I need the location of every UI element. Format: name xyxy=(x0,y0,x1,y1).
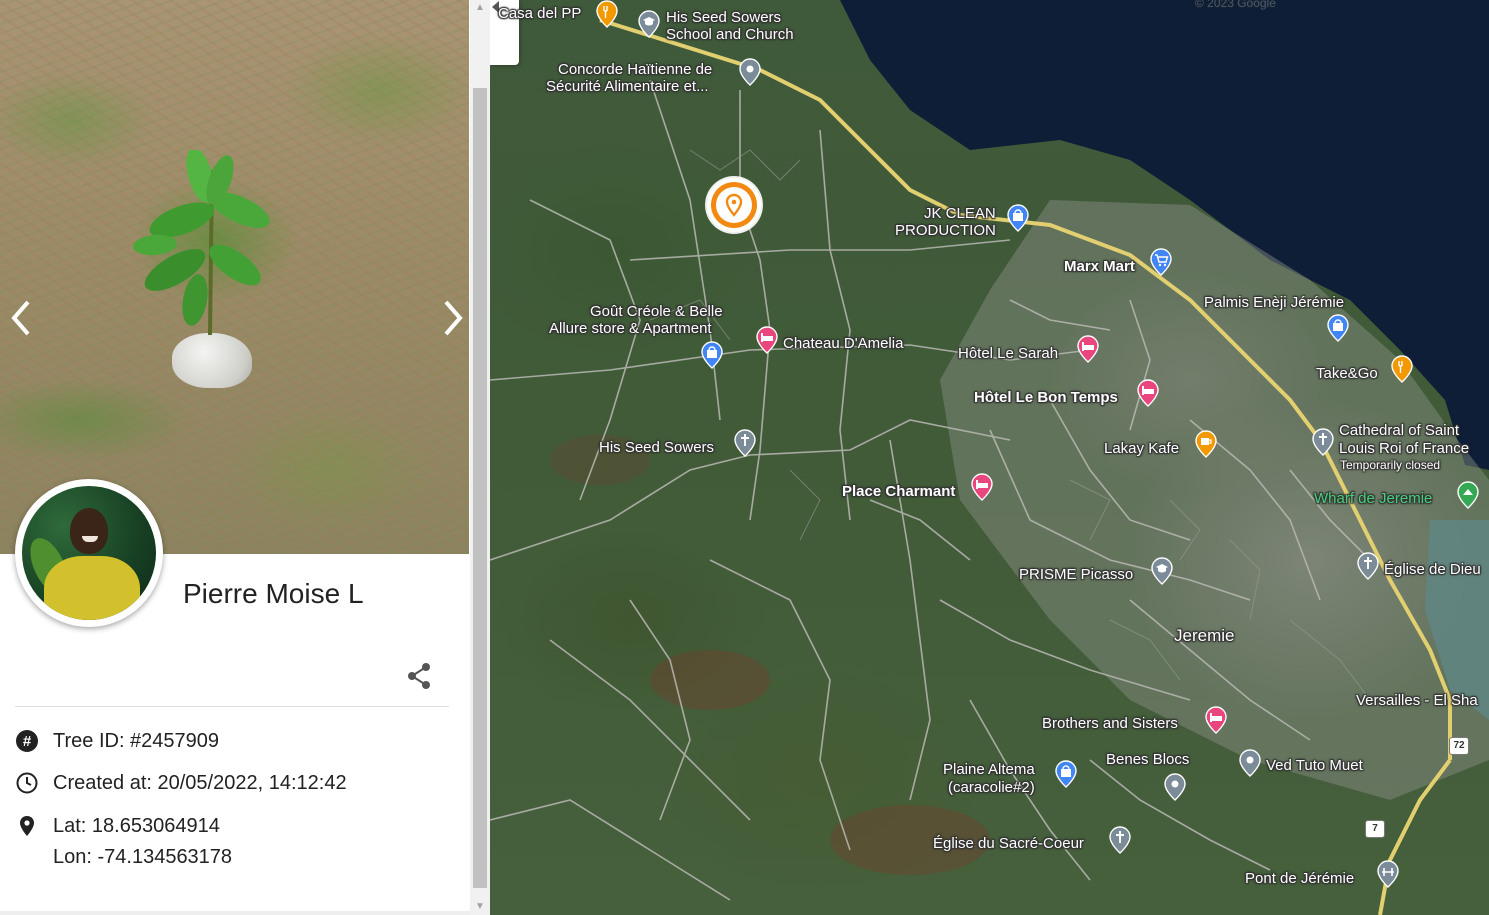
place-cathedral-line1[interactable]: Cathedral of Saint xyxy=(1339,422,1459,439)
shopping-icon[interactable] xyxy=(1327,314,1349,342)
place-icon[interactable] xyxy=(1239,749,1261,777)
place-versailles: Versailles - El Sha xyxy=(1356,692,1478,709)
panel-divider xyxy=(15,706,449,707)
svg-text:#: # xyxy=(23,733,32,750)
hotel-icon[interactable] xyxy=(971,473,993,501)
hotel-icon[interactable] xyxy=(1137,379,1159,407)
clock-icon xyxy=(16,772,38,794)
place-icon[interactable] xyxy=(1164,773,1186,801)
next-photo-button[interactable] xyxy=(434,296,469,340)
hotel-icon[interactable] xyxy=(756,326,778,354)
place-concorde-line1[interactable]: Concorde Haïtienne de xyxy=(558,61,712,78)
church-icon[interactable] xyxy=(1109,826,1131,854)
hotel-icon[interactable] xyxy=(1077,335,1099,363)
place-hotel-le-sarah[interactable]: Hôtel Le Sarah xyxy=(958,345,1058,362)
place-ved-tuto-muet[interactable]: Ved Tuto Muet xyxy=(1266,757,1363,774)
panel-bottom-edge xyxy=(0,911,470,915)
route-shield-72: 72 xyxy=(1449,737,1469,755)
share-button[interactable] xyxy=(403,660,435,692)
planter-name[interactable]: Pierre Moise L xyxy=(183,578,364,610)
place-plaine-altema-line2[interactable]: (caracolie#2) xyxy=(948,779,1035,796)
church-icon[interactable] xyxy=(734,429,756,457)
place-pont-de-jeremie[interactable]: Pont de Jérémie xyxy=(1245,870,1354,887)
avatar-shirt xyxy=(44,556,140,620)
map-watermark: © 2023 Google xyxy=(1195,0,1276,10)
church-icon[interactable] xyxy=(1357,552,1379,580)
shopping-icon[interactable] xyxy=(1007,204,1029,232)
cart-icon[interactable] xyxy=(1150,248,1172,276)
route-shield-7: 7 xyxy=(1365,820,1385,838)
bridge-icon[interactable] xyxy=(1377,860,1399,888)
scroll-down-arrow[interactable]: ▼ xyxy=(470,899,490,915)
tree-viewer: Pierre Moise L # Tree ID: #2457909 Creat… xyxy=(0,0,1489,915)
tree-detail-panel: Pierre Moise L # Tree ID: #2457909 Creat… xyxy=(0,0,470,915)
school-icon[interactable] xyxy=(638,10,660,38)
shopping-icon[interactable] xyxy=(701,341,723,369)
marker-center xyxy=(716,187,752,223)
place-casa-del-pp[interactable]: Casa del PP xyxy=(498,5,581,22)
location-pin-icon xyxy=(20,816,34,836)
place-hotel-le-bon-temps[interactable]: Hôtel Le Bon Temps xyxy=(974,389,1118,406)
avatar-photo xyxy=(22,486,156,620)
place-cathedral-line2[interactable]: Louis Roi of France xyxy=(1339,440,1469,457)
place-his-seed-sowers[interactable]: His Seed Sowers xyxy=(599,439,714,456)
satellite-map[interactable]: Casa del PP His Seed Sowers School and C… xyxy=(490,0,1489,915)
latitude-text: Lat: 18.653064914 xyxy=(53,815,220,837)
chevron-left-icon xyxy=(11,300,30,336)
tree-pin-icon xyxy=(725,193,743,217)
selected-tree-marker[interactable] xyxy=(707,178,761,232)
created-at-text: Created at: 20/05/2022, 14:12:42 xyxy=(53,772,347,794)
longitude-text: Lon: -74.134563178 xyxy=(53,846,233,868)
place-icon[interactable] xyxy=(739,58,761,86)
place-eglise-de-dieu[interactable]: Église de Dieu xyxy=(1384,561,1481,578)
place-palmis-eneji[interactable]: Palmis Enèji Jérémie xyxy=(1204,294,1344,311)
hotel-icon[interactable] xyxy=(1205,706,1227,734)
place-brothers-and-sisters[interactable]: Brothers and Sisters xyxy=(1042,715,1178,732)
place-jk-clean-line1[interactable]: JK CLEAN xyxy=(924,205,996,222)
place-wharf-de-jeremie[interactable]: Wharf de Jeremie xyxy=(1314,490,1432,507)
town-jeremie: Jeremie xyxy=(1174,626,1235,645)
place-his-seed-sowers-school-line2[interactable]: School and Church xyxy=(666,26,794,43)
church-icon[interactable] xyxy=(1312,428,1334,456)
place-lakay-kafe[interactable]: Lakay Kafe xyxy=(1104,440,1179,457)
avatar-face xyxy=(70,508,108,554)
planter-avatar[interactable] xyxy=(15,479,163,627)
restaurant-icon[interactable] xyxy=(596,0,618,28)
place-eglise-du-sacre-coeur[interactable]: Église du Sacré-Coeur xyxy=(933,835,1084,852)
place-cathedral-status: Temporarily closed xyxy=(1340,458,1441,472)
place-chateau-damelia[interactable]: Chateau D'Amelia xyxy=(783,335,903,352)
tree-id-text: Tree ID: #2457909 xyxy=(53,730,220,752)
chevron-right-icon xyxy=(444,300,463,336)
place-take-and-go[interactable]: Take&Go xyxy=(1316,365,1378,382)
hash-icon: # xyxy=(16,730,38,752)
previous-photo-button[interactable] xyxy=(4,296,40,340)
scroll-up-arrow[interactable]: ▲ xyxy=(470,0,490,16)
place-benes-blocs[interactable]: Benes Blocs xyxy=(1106,751,1189,768)
place-prisme-picasso[interactable]: PRISME Picasso xyxy=(1019,566,1133,583)
cafe-icon[interactable] xyxy=(1195,430,1217,458)
place-his-seed-sowers-school-line1[interactable]: His Seed Sowers xyxy=(666,9,781,26)
shopping-icon[interactable] xyxy=(1055,760,1077,788)
place-place-charmant[interactable]: Place Charmant xyxy=(842,483,955,500)
panel-scrollbar[interactable]: ▲ ▼ xyxy=(470,0,490,915)
place-gout-creole-line2[interactable]: Allure store & Apartment xyxy=(549,320,712,337)
place-plaine-altema-line1[interactable]: Plaine Altema xyxy=(943,761,1035,778)
school-icon[interactable] xyxy=(1151,557,1173,585)
restaurant-icon[interactable] xyxy=(1391,355,1413,383)
place-gout-creole-line1[interactable]: Goût Créole & Belle xyxy=(590,303,723,320)
scroll-thumb[interactable] xyxy=(473,88,487,888)
share-icon xyxy=(408,663,430,689)
park-icon[interactable] xyxy=(1457,481,1479,509)
place-jk-clean-line2[interactable]: PRODUCTION xyxy=(895,222,996,239)
photo-sapling xyxy=(133,150,270,336)
place-marx-mart[interactable]: Marx Mart xyxy=(1064,258,1135,275)
tree-photo xyxy=(0,0,469,554)
photo-stone xyxy=(172,333,252,388)
place-concorde-line2[interactable]: Sécurité Alimentaire et... xyxy=(546,78,709,95)
